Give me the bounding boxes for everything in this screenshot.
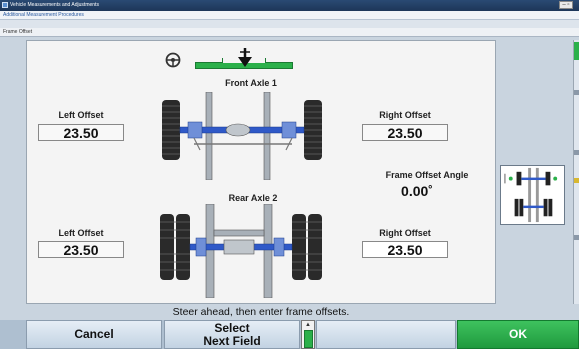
rear-right-offset-label: Right Offset — [379, 228, 431, 238]
title-bar: Vehicle Measurements and Adjustments – ▫ — [0, 0, 579, 11]
chevron-up-icon[interactable]: ▲ — [305, 322, 311, 328]
scrollbar-thumb[interactable] — [304, 330, 313, 348]
rear-axle-diagram — [160, 204, 322, 298]
right-edge-mark — [574, 90, 579, 95]
right-edge-indicator — [574, 42, 579, 60]
toolbar-strip — [0, 20, 579, 28]
frame-offset-angle-value: 0.00˚ — [401, 183, 433, 199]
vehicle-thumbnail[interactable] — [500, 165, 565, 225]
frame-offset-angle-label: Frame Offset Angle — [385, 170, 469, 180]
ok-button-label: OK — [509, 327, 527, 341]
menu-item-additional-procedures[interactable]: Additional Measurement Procedures — [3, 12, 84, 18]
breadcrumb: Frame Offset — [0, 28, 579, 37]
status-message: Steer ahead, then enter frame offsets. — [26, 305, 496, 319]
menu-bar: Additional Measurement Procedures — [0, 11, 579, 20]
rear-right-offset-field[interactable]: 23.50 — [362, 241, 448, 258]
rear-left-offset-field[interactable]: 23.50 — [38, 241, 124, 258]
right-edge-strip — [573, 40, 579, 304]
arrow-down-icon — [238, 48, 252, 67]
app-window: Vehicle Measurements and Adjustments – ▫… — [0, 0, 579, 349]
app-icon — [2, 2, 8, 8]
front-left-offset-label: Left Offset — [58, 110, 104, 120]
rear-left-offset-label: Left Offset — [58, 228, 104, 238]
front-axle-diagram — [162, 92, 322, 180]
front-left-offset-field[interactable]: 23.50 — [38, 124, 124, 141]
steering-wheel-icon — [165, 52, 181, 68]
select-next-field-button[interactable]: Select Next Field — [164, 320, 300, 349]
front-right-offset-label: Right Offset — [379, 110, 431, 120]
window-controls[interactable]: – ▫ — [559, 1, 573, 9]
field-scrollbar[interactable]: ▲ — [301, 320, 315, 349]
right-edge-mark — [574, 150, 579, 155]
front-axle-label: Front Axle 1 — [225, 78, 277, 88]
blank-button[interactable] — [316, 320, 456, 349]
cancel-button[interactable]: Cancel — [26, 320, 162, 349]
ok-button[interactable]: OK — [457, 320, 579, 349]
front-right-offset-field[interactable]: 23.50 — [362, 124, 448, 141]
select-label-line2: Next Field — [203, 333, 261, 348]
window-title: Vehicle Measurements and Adjustments — [10, 2, 99, 8]
right-edge-mark — [574, 178, 579, 183]
right-edge-mark — [574, 235, 579, 240]
rear-axle-label: Rear Axle 2 — [228, 193, 278, 203]
cancel-button-label: Cancel — [74, 327, 114, 341]
select-label-line1: Select — [214, 320, 250, 335]
